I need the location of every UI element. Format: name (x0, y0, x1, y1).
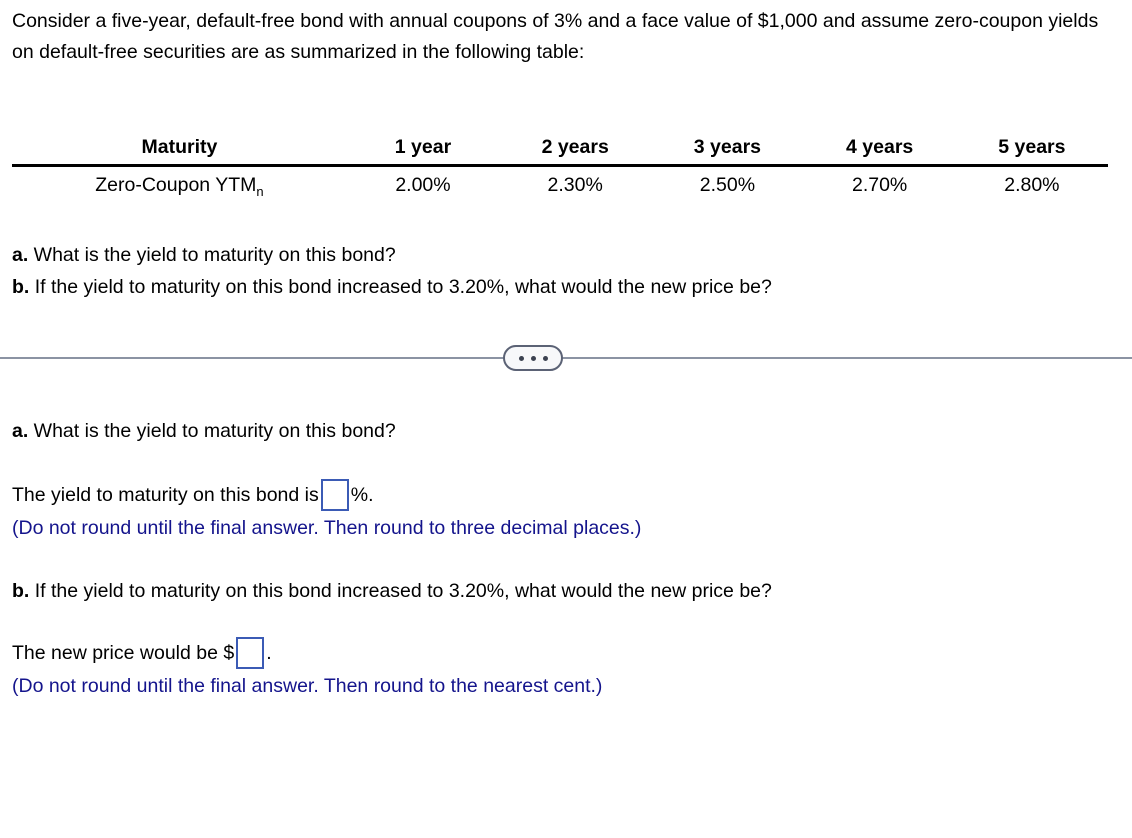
section-divider (0, 345, 1132, 373)
ellipsis-dot-icon (530, 355, 536, 361)
prompt-question-b-marker: b. (12, 276, 30, 298)
answer-question-b-marker: b. (12, 580, 30, 602)
table-header-year-3: 3 years (651, 131, 804, 167)
table-header-row: Maturity 1 year 2 years 3 years 4 years … (12, 131, 1108, 167)
answer-sentence-b: The new price would be $. (12, 636, 1112, 670)
table-header-year-2: 2 years (499, 131, 652, 167)
table-cell-ytm-2: 2.30% (547, 173, 603, 196)
table-header-year-4: 4 years (803, 131, 956, 167)
prompt-question-a-text: What is the yield to maturity on this bo… (28, 244, 396, 266)
table-body: Zero-Coupon YTMn 2.00% 2.30% 2.50% 2.70%… (12, 166, 1108, 204)
table-row-label-subscript: n (256, 183, 264, 199)
zero-coupon-yield-table: Maturity 1 year 2 years 3 years 4 years … (12, 131, 1108, 203)
answer-question-a-text: What is the yield to maturity on this bo… (28, 420, 396, 442)
answer-section: a. What is the yield to maturity on this… (12, 414, 1112, 702)
table-cell-ytm-1: 2.00% (395, 173, 451, 196)
new-price-input[interactable] (236, 637, 265, 669)
table-header-year-5: 5 years (955, 131, 1108, 167)
prompt-question-b: b. If the yield to maturity on this bond… (12, 271, 1112, 303)
table-row-label-ytm: Zero-Coupon YTMn (12, 166, 347, 204)
ellipsis-dot-icon (542, 355, 548, 361)
divider-line (0, 357, 1132, 359)
table-cell-ytm-3: 2.50% (699, 173, 756, 196)
ellipsis-dot-icon (518, 355, 524, 361)
table-row: Zero-Coupon YTMn 2.00% 2.30% 2.50% 2.70%… (12, 166, 1108, 204)
answer-question-b: b. If the yield to maturity on this bond… (12, 574, 1112, 608)
answer-question-a-marker: a. (12, 420, 29, 442)
answer-b-prefix: The new price would be $ (12, 642, 235, 664)
prompt-question-b-text: If the yield to maturity on this bond in… (29, 276, 772, 298)
expand-ellipsis-button[interactable] (503, 345, 563, 371)
answer-a-rounding-note: (Do not round until the final answer. Th… (12, 517, 642, 539)
yield-to-maturity-input[interactable] (320, 479, 349, 511)
prompt-question-a: a. What is the yield to maturity on this… (12, 239, 1112, 271)
answer-b-suffix: . (266, 642, 272, 664)
table-cell-ytm-5: 2.80% (1004, 173, 1060, 196)
problem-intro-text: Consider a five-year, default-free bond … (12, 10, 1099, 63)
answer-sentence-a: The yield to maturity on this bond is %. (12, 478, 1112, 512)
prompt-question-a-marker: a. (12, 244, 29, 266)
table-header-maturity: Maturity (12, 131, 347, 167)
answer-a-prefix: The yield to maturity on this bond is (12, 484, 319, 506)
question-page: Consider a five-year, default-free bond … (0, 0, 1132, 838)
table-cell-ytm-4: 2.70% (851, 173, 908, 196)
table-header-year-1: 1 year (346, 131, 500, 167)
table-header: Maturity 1 year 2 years 3 years 4 years … (12, 131, 1108, 167)
answer-question-b-text: If the yield to maturity on this bond in… (29, 580, 772, 602)
prompt-question-list: a. What is the yield to maturity on this… (12, 239, 1112, 303)
answer-b-rounding-note: (Do not round until the final answer. Th… (12, 675, 603, 697)
answer-a-suffix: %. (350, 484, 374, 506)
answer-question-a: a. What is the yield to maturity on this… (12, 414, 1112, 448)
table-row-label-text: Zero-Coupon YTM (95, 173, 257, 196)
